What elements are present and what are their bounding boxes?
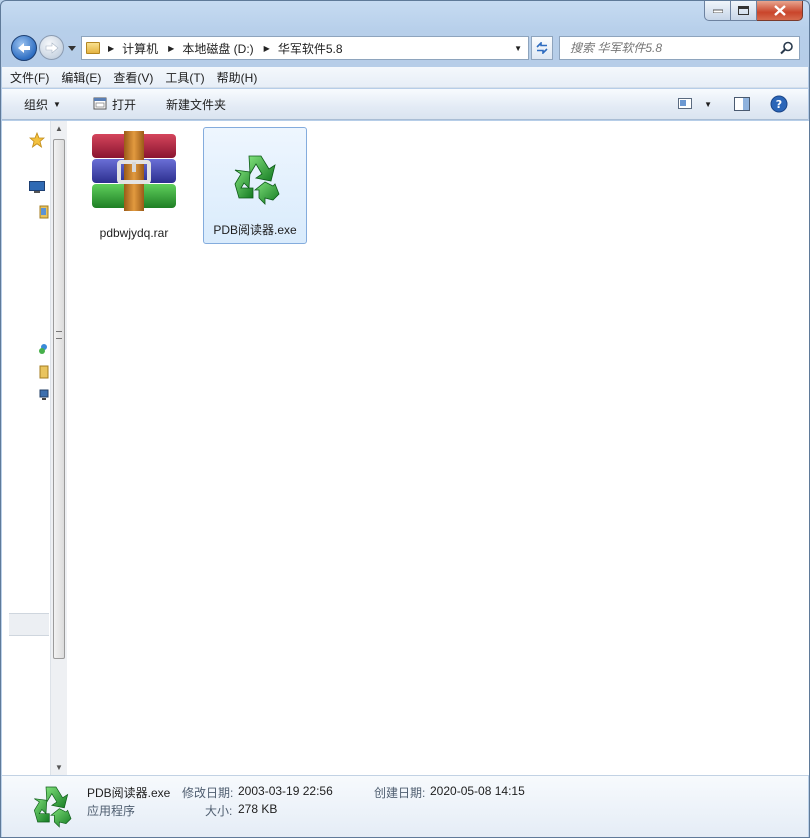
computer-folder-icon[interactable] xyxy=(39,365,49,379)
view-icon xyxy=(678,98,693,109)
help-icon: ? xyxy=(770,95,788,113)
view-controls: ▼ ? xyxy=(668,95,788,113)
scroll-up-arrow-icon[interactable]: ▲ xyxy=(55,124,63,133)
back-button[interactable] xyxy=(11,35,37,61)
folder-icon xyxy=(86,42,100,54)
navigation-bar: ▶ 计算机 ▶ 本地磁盘 (D:) ▶ 华军软件5.8 ▼ xyxy=(1,33,809,61)
breadcrumb-current-folder[interactable]: 华军软件5.8 xyxy=(278,40,343,57)
desktop-icon[interactable] xyxy=(29,181,45,193)
breadcrumb-separator-icon[interactable]: ▶ xyxy=(168,44,174,53)
minimize-icon xyxy=(712,9,723,13)
forward-button[interactable] xyxy=(39,35,64,60)
scroll-down-arrow-icon[interactable]: ▼ xyxy=(55,763,63,772)
menu-view[interactable]: 查看(V) xyxy=(113,69,153,86)
caption-buttons xyxy=(704,1,803,21)
green-recycle-app-icon xyxy=(33,786,72,828)
details-modified-value: 2003-03-19 22:56 xyxy=(238,784,333,798)
breadcrumb-separator-icon[interactable]: ▶ xyxy=(108,44,114,53)
green-recycle-app-icon xyxy=(234,155,280,205)
details-file-type: 应用程序 xyxy=(87,804,136,818)
details-size-label: 大小: xyxy=(205,804,233,818)
open-app-icon xyxy=(93,97,107,110)
maximize-button[interactable] xyxy=(731,1,757,21)
details-created-label: 创建日期: xyxy=(374,786,426,800)
address-history-dropdown-icon[interactable]: ▼ xyxy=(514,44,522,53)
close-button[interactable] xyxy=(757,1,803,21)
file-item-rar[interactable]: pdbwjydq.rar xyxy=(82,128,186,245)
scrollbar-grip-icon xyxy=(56,331,62,339)
breadcrumb-computer[interactable]: 计算机 xyxy=(122,40,158,57)
recent-pages-dropdown[interactable] xyxy=(66,42,78,54)
file-name: PDB阅读器.exe xyxy=(213,223,297,237)
search-box[interactable] xyxy=(559,36,800,60)
homegroup-icon[interactable] xyxy=(39,343,49,355)
minimize-button[interactable] xyxy=(704,1,731,21)
file-name: pdbwjydq.rar xyxy=(99,226,169,240)
file-list-area[interactable]: pdbwjydq.rar PDB阅读器.exe xyxy=(67,121,809,775)
view-options-dropdown-icon[interactable]: ▼ xyxy=(704,100,712,109)
details-size-value: 278 KB xyxy=(238,802,278,816)
libraries-icon[interactable] xyxy=(39,205,49,219)
menu-help[interactable]: 帮助(H) xyxy=(217,69,258,86)
preview-pane-button[interactable] xyxy=(734,97,750,111)
new-folder-button[interactable]: 新建文件夹 xyxy=(166,96,226,113)
navigation-pane-scrollbar[interactable]: ▲ ▼ xyxy=(50,121,67,775)
open-label: 打开 xyxy=(111,97,136,112)
help-button[interactable]: ? xyxy=(770,95,788,113)
breadcrumb-drive-d[interactable]: 本地磁盘 (D:) xyxy=(182,40,253,57)
search-icon[interactable] xyxy=(780,41,794,55)
svg-text:?: ? xyxy=(776,98,782,111)
winrar-archive-icon xyxy=(92,131,176,211)
organize-button[interactable]: 组织 ▼ xyxy=(24,96,61,113)
explorer-window: ▶ 计算机 ▶ 本地磁盘 (D:) ▶ 华军软件5.8 ▼ 文件(F) 编辑(E… xyxy=(0,0,810,838)
new-folder-label: 新建文件夹 xyxy=(165,97,226,112)
menu-edit[interactable]: 编辑(E) xyxy=(61,69,101,86)
refresh-icon xyxy=(536,42,548,54)
preview-pane-icon xyxy=(734,97,750,111)
favorites-star-icon[interactable] xyxy=(29,132,45,148)
maximize-icon xyxy=(738,6,749,15)
file-item-exe[interactable]: PDB阅读器.exe xyxy=(203,127,307,244)
open-button[interactable]: 打开 xyxy=(93,96,136,113)
change-view-button[interactable]: ▼ xyxy=(678,98,712,110)
close-icon xyxy=(773,5,786,16)
command-bar: 组织 ▼ 打开 新建文件夹 ▼ ? xyxy=(2,89,808,120)
network-icon[interactable] xyxy=(39,389,49,401)
address-bar[interactable]: ▶ 计算机 ▶ 本地磁盘 (D:) ▶ 华军软件5.8 ▼ xyxy=(81,36,529,60)
breadcrumb-separator-icon[interactable]: ▶ xyxy=(264,44,270,53)
details-pane: PDB阅读器.exe 应用程序 修改日期: 2003-03-19 22:56 大… xyxy=(2,775,808,837)
chevron-down-icon: ▼ xyxy=(53,99,61,109)
navigation-pane xyxy=(2,121,52,775)
details-file-name: PDB阅读器.exe xyxy=(87,786,171,800)
search-input[interactable] xyxy=(560,41,770,55)
pane-splitter[interactable] xyxy=(9,613,49,636)
refresh-button[interactable] xyxy=(531,36,553,60)
organize-label: 组织 xyxy=(24,97,49,112)
forward-arrow-icon xyxy=(45,41,58,54)
scrollbar-thumb[interactable] xyxy=(53,139,65,659)
menu-bar: 文件(F) 编辑(E) 查看(V) 工具(T) 帮助(H) xyxy=(2,67,808,88)
chevron-down-icon xyxy=(68,45,76,51)
back-arrow-icon xyxy=(18,43,30,53)
details-created-value: 2020-05-08 14:15 xyxy=(430,784,525,798)
menu-tools[interactable]: 工具(T) xyxy=(165,69,204,86)
details-modified-label: 修改日期: xyxy=(182,786,234,800)
menu-file[interactable]: 文件(F) xyxy=(10,69,49,86)
